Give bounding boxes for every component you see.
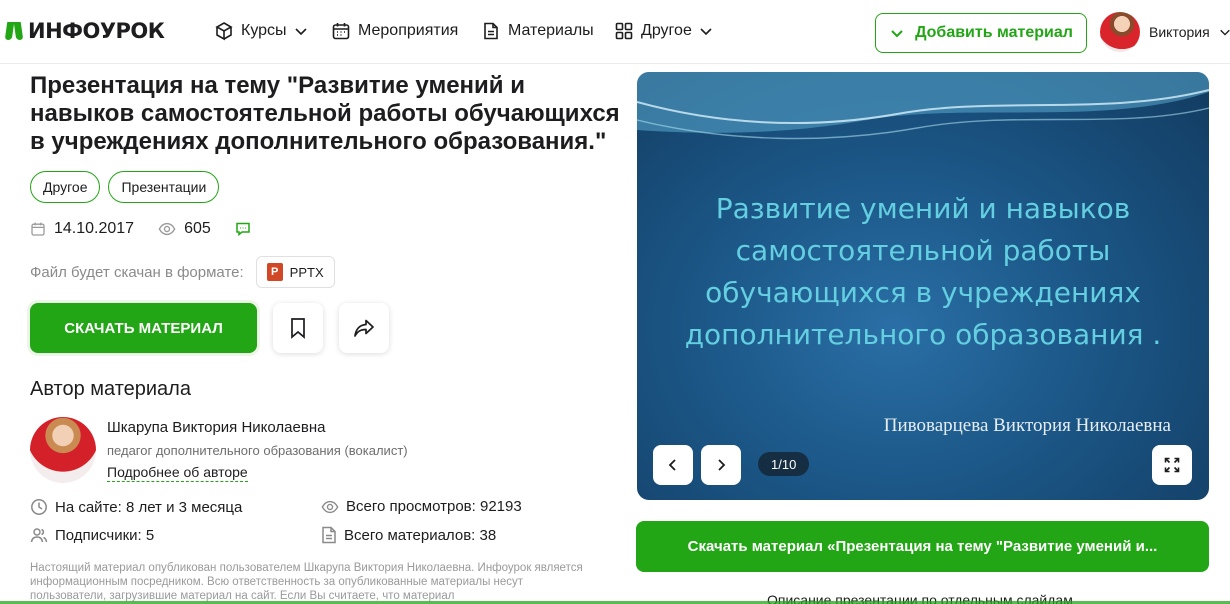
grid-icon xyxy=(615,22,633,40)
tag-other[interactable]: Другое xyxy=(30,171,101,203)
eye-icon xyxy=(321,500,339,513)
nav-other-label: Другое xyxy=(641,22,692,39)
chevron-down-icon xyxy=(891,30,903,38)
stat-total-materials: Всего материалов: 38 xyxy=(321,526,496,544)
slide-prev-button[interactable] xyxy=(653,445,693,485)
share-icon xyxy=(354,319,374,337)
author-avatar[interactable] xyxy=(30,417,96,483)
site-header: ИНФОУРОК Курсы Мероприятия Материалы Дру… xyxy=(0,0,1230,64)
download-button[interactable]: СКАЧАТЬ МАТЕРИАЛ xyxy=(30,303,257,353)
format-badge: P PPTX xyxy=(255,256,335,288)
file-format-row: Файл будет скачан в формате: P PPTX xyxy=(30,256,335,288)
calendar-icon xyxy=(332,23,350,40)
nav-courses[interactable]: Курсы xyxy=(214,21,308,41)
stat-total-views-label: Всего просмотров: 92193 xyxy=(346,498,522,515)
chevron-down-icon xyxy=(1219,29,1230,36)
clock-icon xyxy=(31,499,47,515)
download-full-button[interactable]: Скачать материал «Презентация на тему "Р… xyxy=(636,521,1209,572)
add-material-button[interactable]: Добавить материал xyxy=(875,13,1087,53)
slide-counter: 1/10 xyxy=(758,452,810,476)
author-section-title: Автор материала xyxy=(30,378,191,400)
chevron-left-icon xyxy=(668,459,676,471)
tag-presentations[interactable]: Презентации xyxy=(108,171,220,203)
comments-button[interactable] xyxy=(235,221,251,237)
users-icon xyxy=(30,528,48,543)
slide-viewer[interactable]: Развитие умений и навыков самостоятельно… xyxy=(637,72,1209,500)
user-name: Виктория xyxy=(1149,24,1210,40)
author-more-link[interactable]: Подробнее об авторе xyxy=(107,464,248,482)
stat-on-site-label: На сайте: 8 лет и 3 месяца xyxy=(55,498,243,516)
share-button[interactable] xyxy=(339,303,389,353)
add-material-label: Добавить материал xyxy=(915,24,1073,41)
views-value: 605 xyxy=(184,220,211,237)
format-label: Файл будет скачан в формате: xyxy=(30,263,244,281)
stat-total-materials-label: Всего материалов: 38 xyxy=(344,526,497,544)
chevron-down-icon xyxy=(294,28,307,36)
stat-subscribers-label: Подписчики: 5 xyxy=(55,526,155,544)
bookmark-icon xyxy=(291,318,305,339)
comment-icon xyxy=(236,222,250,237)
date-value: 14.10.2017 xyxy=(54,220,135,237)
document-icon xyxy=(484,22,498,40)
nav-courses-label: Курсы xyxy=(241,22,287,39)
eye-icon xyxy=(158,222,176,236)
site-logo[interactable]: ИНФОУРОК xyxy=(6,19,165,43)
stat-subscribers: Подписчики: 5 xyxy=(30,526,154,544)
slide-next-button[interactable] xyxy=(701,445,741,485)
fullscreen-button[interactable] xyxy=(1152,445,1192,485)
user-menu[interactable]: Виктория xyxy=(1100,12,1230,52)
nav-materials-label: Материалы xyxy=(508,22,594,39)
chevron-right-icon xyxy=(718,459,726,471)
nav-other[interactable]: Другое xyxy=(614,21,713,41)
stat-on-site: На сайте: 8 лет и 3 месяца xyxy=(30,498,242,516)
view-count: 605 xyxy=(158,220,211,238)
logo-mark-icon xyxy=(6,20,24,42)
disclaimer-text: Настоящий материал опубликован пользоват… xyxy=(30,562,583,602)
cube-icon xyxy=(215,22,233,41)
chevron-down-icon xyxy=(700,28,712,36)
slide-author-text: Пивоварцева Виктория Николаевна xyxy=(883,415,1171,436)
calendar-icon xyxy=(31,222,45,236)
stat-total-views: Всего просмотров: 92193 xyxy=(321,498,522,515)
material-meta: 14.10.2017 605 xyxy=(30,220,275,238)
slide-main-text: Развитие умений и навыков самостоятельно… xyxy=(684,192,1162,351)
format-value: PPTX xyxy=(289,264,324,280)
author-name[interactable]: Шкарупа Виктория Николаевна xyxy=(107,419,325,436)
avatar xyxy=(1100,12,1140,52)
nav-materials[interactable]: Материалы xyxy=(481,21,594,41)
slide-wave-decoration xyxy=(637,72,1209,140)
page-title: Презентация на тему "Развитие умений и н… xyxy=(30,72,620,155)
nav-events[interactable]: Мероприятия xyxy=(331,21,458,41)
logo-text: ИНФОУРОК xyxy=(28,19,165,43)
publish-date: 14.10.2017 xyxy=(30,220,134,238)
bookmark-button[interactable] xyxy=(273,303,323,353)
document-icon xyxy=(322,526,336,544)
powerpoint-icon: P xyxy=(266,263,283,281)
author-role: педагог дополнительного образования (вок… xyxy=(107,443,408,458)
tag-list: Другое Презентации xyxy=(30,171,220,203)
nav-events-label: Мероприятия xyxy=(358,22,459,39)
fullscreen-icon xyxy=(1164,457,1180,473)
